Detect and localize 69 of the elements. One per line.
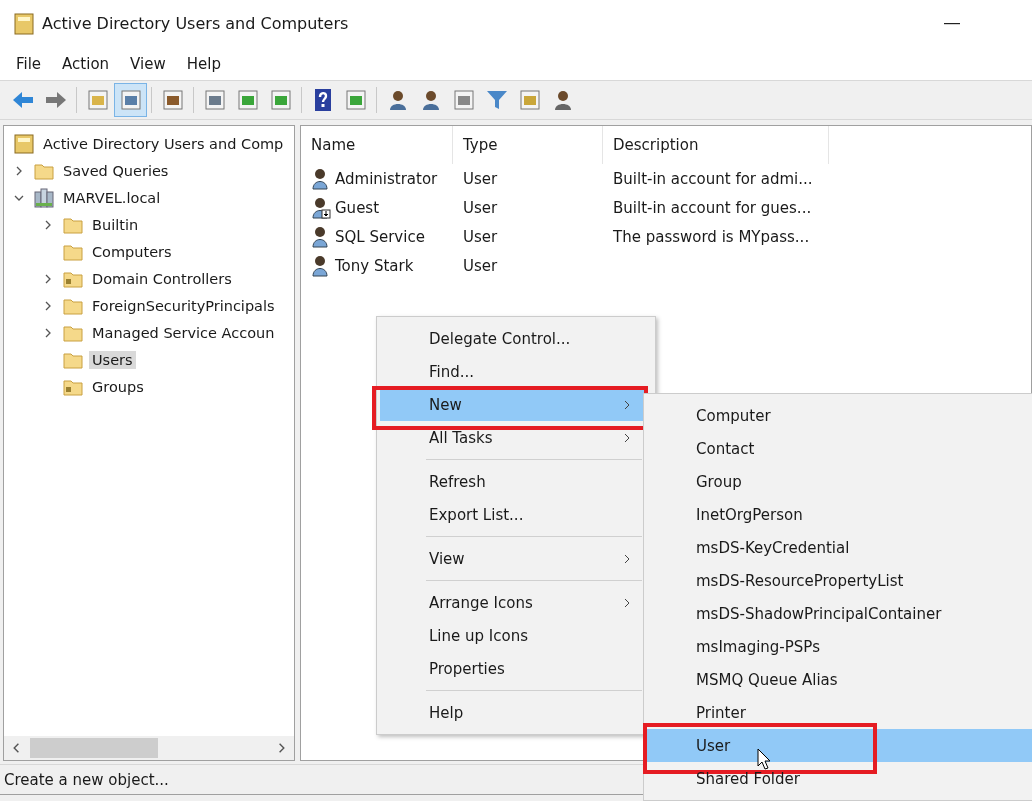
tree-item[interactable]: ForeignSecurityPrincipals	[89, 296, 278, 315]
type-cell-text: User	[462, 198, 499, 217]
menu-item[interactable]: Action	[62, 54, 110, 73]
expander-icon[interactable]	[43, 273, 53, 284]
type-cell-text: User	[462, 227, 499, 246]
column-header[interactable]: Name	[301, 126, 453, 164]
tree-item[interactable]: Users	[89, 350, 136, 369]
user-name[interactable]: Administrator	[335, 169, 438, 188]
user-name[interactable]: Guest	[335, 198, 380, 217]
menu-item[interactable]: File	[16, 54, 42, 73]
submenu-item[interactable]: msDS-ShadowPrincipalContainer	[647, 597, 1032, 630]
tree-item[interactable]: MARVEL.local	[60, 188, 164, 207]
console-icon	[14, 133, 34, 154]
type-cell-text: User	[462, 256, 499, 275]
tree-item[interactable]: Groups	[89, 377, 147, 396]
tree-item[interactable]: Managed Service Accoun	[89, 323, 278, 342]
user-icon	[311, 167, 331, 190]
context-menu-item[interactable]: Find...	[380, 355, 644, 388]
description-cell-text: Built-in account for gues...	[612, 198, 813, 217]
submenu-item[interactable]: User	[647, 729, 1032, 762]
description-cell-text: Built-in account for admi...	[612, 169, 814, 188]
status-text: Create a new object...	[4, 770, 169, 789]
context-menu-item[interactable]: Export List...	[380, 498, 644, 531]
submenu-item[interactable]: Contact	[647, 432, 1032, 465]
submenu-item[interactable]: Computer	[647, 399, 1032, 432]
expander-icon[interactable]	[43, 219, 53, 230]
description-cell-text: The password is MYpass...	[612, 227, 811, 246]
context-menu-item[interactable]: Help	[380, 696, 644, 729]
context-menu-item[interactable]: All Tasks	[380, 421, 644, 454]
context-menu-item[interactable]: View	[380, 542, 644, 575]
menu-item[interactable]: View	[130, 54, 166, 73]
context-menu-item[interactable]: Refresh	[380, 465, 644, 498]
submenu-item[interactable]: msDS-ResourcePropertyList	[647, 564, 1032, 597]
context-menu-item[interactable]: Line up Icons	[380, 619, 644, 652]
expander-icon[interactable]	[43, 327, 53, 338]
tree-item[interactable]: Computers	[89, 242, 175, 261]
minimize-icon[interactable]	[944, 22, 960, 25]
submenu-item[interactable]: msDS-KeyCredential	[647, 531, 1032, 564]
user-icon	[311, 254, 331, 277]
context-menu-item[interactable]: New	[380, 388, 644, 421]
user-name[interactable]: SQL Service	[335, 227, 425, 246]
user-icon	[311, 225, 331, 248]
expander-icon[interactable]	[14, 165, 24, 176]
context-menu-item[interactable]: Properties	[380, 652, 644, 685]
scrollbar-thumb[interactable]	[30, 738, 158, 758]
disabled-user-icon	[311, 196, 331, 219]
column-header[interactable]: Description	[603, 126, 829, 164]
submenu-item[interactable]: msImaging-PSPs	[647, 630, 1032, 663]
context-menu-item[interactable]: Delegate Control...	[380, 322, 644, 355]
filter-icon	[484, 88, 509, 112]
submenu-item[interactable]: InetOrgPerson	[647, 498, 1032, 531]
tree-item[interactable]: Active Directory Users and Comp	[40, 134, 287, 153]
context-menu-item[interactable]: Arrange Icons	[380, 586, 644, 619]
user-name[interactable]: Tony Stark	[335, 256, 414, 275]
menu-item[interactable]: Help	[186, 54, 221, 73]
type-cell-text: User	[462, 169, 499, 188]
submenu-item[interactable]: MSMQ Queue Alias	[647, 663, 1032, 696]
submenu-item[interactable]: Shared Folder	[647, 762, 1032, 795]
submenu-item[interactable]: Group	[647, 465, 1032, 498]
app-icon	[14, 12, 34, 35]
column-header[interactable]: Type	[453, 126, 603, 164]
tree-item[interactable]: Domain Controllers	[89, 269, 235, 288]
window-title: Active Directory Users and Computers	[42, 14, 349, 33]
tree-item[interactable]: Saved Queries	[60, 161, 172, 180]
tree-item[interactable]: Builtin	[89, 215, 142, 234]
mouse-cursor-icon	[757, 748, 771, 770]
toolbar-button[interactable]	[114, 83, 147, 117]
server-icon	[34, 187, 54, 208]
expander-icon[interactable]	[43, 300, 53, 311]
